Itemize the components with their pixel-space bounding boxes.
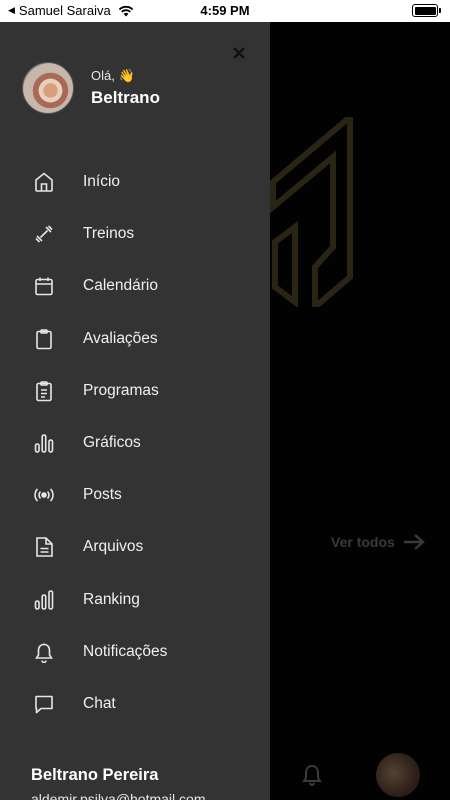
see-all-label: Ver todos — [331, 534, 395, 550]
file-icon — [32, 535, 56, 559]
ranking-icon — [32, 588, 56, 612]
menu-item-arquivos[interactable]: Arquivos — [0, 521, 270, 573]
menu-item-ranking[interactable]: Ranking — [0, 574, 270, 626]
menu-item-avaliacoes[interactable]: Avaliações — [0, 313, 270, 365]
menu-item-label: Posts — [83, 486, 122, 504]
close-button[interactable] — [228, 42, 250, 64]
see-all-link[interactable]: Ver todos — [331, 534, 425, 550]
menu-item-graficos[interactable]: Gráficos — [0, 417, 270, 469]
greeting-text: Olá, 👋 — [91, 68, 135, 83]
user-first-name: Beltrano — [91, 88, 160, 107]
clipboard-icon — [32, 327, 56, 351]
menu-item-posts[interactable]: Posts — [0, 469, 270, 521]
bell-icon[interactable] — [302, 764, 322, 786]
drawer-footer: Beltrano Pereira aldemir.psilva@hotmail.… — [31, 766, 206, 800]
menu-item-label: Ranking — [83, 590, 140, 608]
menu-item-label: Notificações — [83, 642, 168, 660]
bar-chart-icon — [32, 431, 56, 455]
avatar[interactable] — [22, 62, 74, 114]
status-bar: ◀ Samuel Saraiva 4:59 PM — [0, 0, 450, 22]
menu-item-treinos[interactable]: Treinos — [0, 208, 270, 260]
status-time: 4:59 PM — [200, 3, 250, 18]
menu-item-label: Gráficos — [83, 434, 141, 452]
close-icon — [233, 47, 245, 59]
broadcast-icon — [32, 483, 56, 507]
greeting-block: Olá, 👋 Beltrano — [91, 68, 160, 108]
brand-logo-icon — [270, 117, 353, 307]
menu-item-calendario[interactable]: Calendário — [0, 260, 270, 312]
menu-item-label: Avaliações — [83, 329, 158, 347]
drawer-menu: Início Treinos Calendário Avaliações Pro… — [0, 156, 270, 730]
menu-item-chat[interactable]: Chat — [0, 678, 270, 730]
menu-item-label: Chat — [83, 694, 116, 712]
arrow-right-icon — [403, 534, 425, 550]
menu-item-label: Treinos — [83, 225, 135, 243]
clipboard-list-icon — [32, 379, 56, 403]
dumbbell-icon — [32, 222, 56, 246]
profile-header[interactable]: Olá, 👋 Beltrano — [22, 62, 160, 114]
chat-icon — [32, 692, 56, 716]
battery-icon — [412, 4, 441, 17]
menu-item-label: Calendário — [83, 277, 158, 295]
menu-item-label: Início — [83, 173, 121, 191]
navigation-drawer: Olá, 👋 Beltrano Início Treinos Calendári… — [0, 22, 270, 800]
menu-item-label: Arquivos — [83, 538, 144, 556]
calendar-icon — [32, 274, 56, 298]
menu-item-notificacoes[interactable]: Notificações — [0, 626, 270, 678]
menu-item-label: Programas — [83, 381, 159, 399]
menu-item-inicio[interactable]: Início — [0, 156, 270, 208]
menu-item-programas[interactable]: Programas — [0, 365, 270, 417]
home-icon — [32, 170, 56, 194]
avatar[interactable] — [376, 753, 420, 797]
user-email: aldemir.psilva@hotmail.com — [31, 791, 206, 800]
user-full-name: Beltrano Pereira — [31, 766, 159, 784]
bell-icon — [32, 640, 56, 664]
